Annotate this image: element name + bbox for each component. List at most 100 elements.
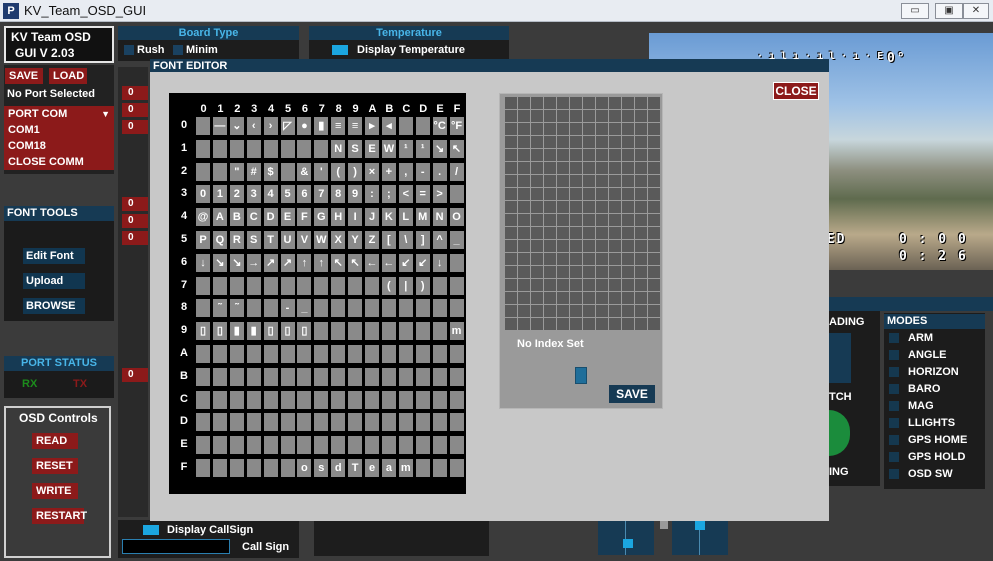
font-glyph-cell[interactable] (246, 276, 261, 295)
font-glyph-cell[interactable]: < (398, 185, 413, 204)
font-glyph-cell[interactable] (229, 345, 244, 363)
font-glyph-cell[interactable]: , (398, 162, 413, 181)
font-glyph-cell[interactable]: ▯ (297, 322, 312, 341)
font-glyph-cell[interactable] (331, 345, 346, 363)
font-glyph-cell[interactable] (398, 367, 413, 386)
font-glyph-cell[interactable]: ¹ (415, 139, 430, 158)
font-glyph-cell[interactable]: $ (263, 162, 278, 181)
font-glyph-cell[interactable] (280, 413, 295, 432)
font-glyph-cell[interactable]: ⌄ (229, 117, 244, 135)
font-glyph-cell[interactable]: U (280, 231, 295, 249)
font-glyph-cell[interactable] (449, 253, 464, 272)
font-glyph-cell[interactable] (432, 390, 447, 409)
font-glyph-cell[interactable] (365, 390, 379, 409)
font-glyph-cell[interactable] (331, 322, 346, 341)
font-glyph-cell[interactable]: = (415, 185, 430, 204)
value-field[interactable]: 0 (122, 120, 148, 134)
font-glyph-cell[interactable] (381, 367, 396, 386)
font-glyph-cell[interactable]: ) (415, 276, 430, 295)
close-window-button[interactable]: ✕ (963, 3, 989, 19)
font-glyph-cell[interactable]: ← (381, 253, 396, 272)
font-glyph-cell[interactable]: @ (196, 208, 210, 227)
font-glyph-cell[interactable] (398, 117, 413, 135)
font-glyph-cell[interactable] (280, 345, 295, 363)
font-glyph-cell[interactable] (398, 299, 413, 318)
value-field[interactable]: 0 (122, 368, 148, 382)
font-glyph-cell[interactable] (246, 299, 261, 318)
font-glyph-cell[interactable]: B (229, 208, 244, 227)
font-glyph-cell[interactable] (449, 459, 464, 477)
display-temperature-toggle[interactable] (332, 45, 348, 55)
font-glyph-cell[interactable]: ▸ (365, 117, 379, 135)
font-glyph-cell[interactable] (263, 390, 278, 409)
font-glyph-cell[interactable] (196, 367, 210, 386)
font-glyph-cell[interactable]: d (331, 459, 346, 477)
font-glyph-cell[interactable] (229, 390, 244, 409)
font-glyph-cell[interactable] (229, 436, 244, 455)
font-glyph-cell[interactable]: ● (297, 117, 312, 135)
font-glyph-cell[interactable] (263, 299, 278, 318)
font-glyph-cell[interactable]: W (314, 231, 329, 249)
minim-checkbox[interactable] (173, 45, 183, 55)
font-glyph-cell[interactable] (432, 436, 447, 455)
font-glyph-cell[interactable]: T (263, 231, 278, 249)
font-glyph-cell[interactable] (297, 276, 312, 295)
browse-font-button[interactable]: BROWSE (23, 298, 85, 314)
font-glyph-cell[interactable] (297, 139, 312, 158)
font-glyph-cell[interactable] (449, 436, 464, 455)
font-glyph-cell[interactable] (415, 436, 430, 455)
font-glyph-cell[interactable]: I (348, 208, 363, 227)
font-glyph-cell[interactable]: # (246, 162, 261, 181)
font-glyph-cell[interactable]: ← (365, 253, 379, 272)
font-glyph-cell[interactable]: °F (449, 117, 464, 135)
font-glyph-cell[interactable] (415, 459, 430, 477)
font-glyph-cell[interactable]: S (348, 139, 363, 158)
font-glyph-cell[interactable]: Q (212, 231, 227, 249)
font-glyph-cell[interactable] (280, 139, 295, 158)
font-glyph-cell[interactable] (348, 436, 363, 455)
font-glyph-cell[interactable] (212, 139, 227, 158)
font-glyph-cell[interactable]: — (212, 117, 227, 135)
close-comm-button[interactable]: CLOSE COMM (4, 154, 114, 170)
font-glyph-cell[interactable] (449, 345, 464, 363)
font-glyph-cell[interactable]: 3 (246, 185, 261, 204)
font-glyph-cell[interactable] (314, 390, 329, 409)
font-glyph-cell[interactable] (449, 185, 464, 204)
font-glyph-cell[interactable]: ▮ (246, 322, 261, 341)
font-glyph-cell[interactable]: ˜ (229, 299, 244, 318)
font-glyph-cell[interactable]: ] (415, 231, 430, 249)
font-glyph-cell[interactable] (432, 322, 447, 341)
font-glyph-cell[interactable]: ( (331, 162, 346, 181)
font-glyph-cell[interactable] (381, 322, 396, 341)
font-glyph-cell[interactable]: ▮ (314, 117, 329, 135)
font-glyph-cell[interactable] (196, 117, 210, 135)
font-glyph-cell[interactable]: L (398, 208, 413, 227)
value-field[interactable]: 0 (122, 214, 148, 228)
font-glyph-cell[interactable] (314, 345, 329, 363)
font-glyph-cell[interactable]: m (398, 459, 413, 477)
font-glyph-cell[interactable]: → (246, 253, 261, 272)
font-glyph-cell[interactable] (398, 436, 413, 455)
callsign-input[interactable] (122, 539, 230, 554)
font-glyph-cell[interactable] (212, 413, 227, 432)
font-glyph-cell[interactable] (331, 413, 346, 432)
font-glyph-cell[interactable]: ▯ (280, 322, 295, 341)
font-glyph-cell[interactable]: ↑ (297, 253, 312, 272)
font-glyph-cell[interactable] (365, 413, 379, 432)
font-glyph-cell[interactable] (246, 459, 261, 477)
font-glyph-cell[interactable]: › (263, 117, 278, 135)
font-glyph-cell[interactable]: + (381, 162, 396, 181)
font-glyph-cell[interactable] (263, 413, 278, 432)
font-glyph-cell[interactable] (263, 276, 278, 295)
font-glyph-cell[interactable] (415, 322, 430, 341)
font-glyph-cell[interactable]: > (432, 185, 447, 204)
font-glyph-cell[interactable] (280, 390, 295, 409)
display-callsign-toggle[interactable] (143, 525, 159, 535)
font-glyph-cell[interactable]: C (246, 208, 261, 227)
font-glyph-cell[interactable]: 6 (297, 185, 312, 204)
font-glyph-cell[interactable] (212, 436, 227, 455)
font-glyph-cell[interactable] (398, 390, 413, 409)
font-glyph-cell[interactable] (415, 345, 430, 363)
port-com-dropdown[interactable]: PORT COM ▼ (4, 106, 114, 122)
font-glyph-cell[interactable] (196, 345, 210, 363)
